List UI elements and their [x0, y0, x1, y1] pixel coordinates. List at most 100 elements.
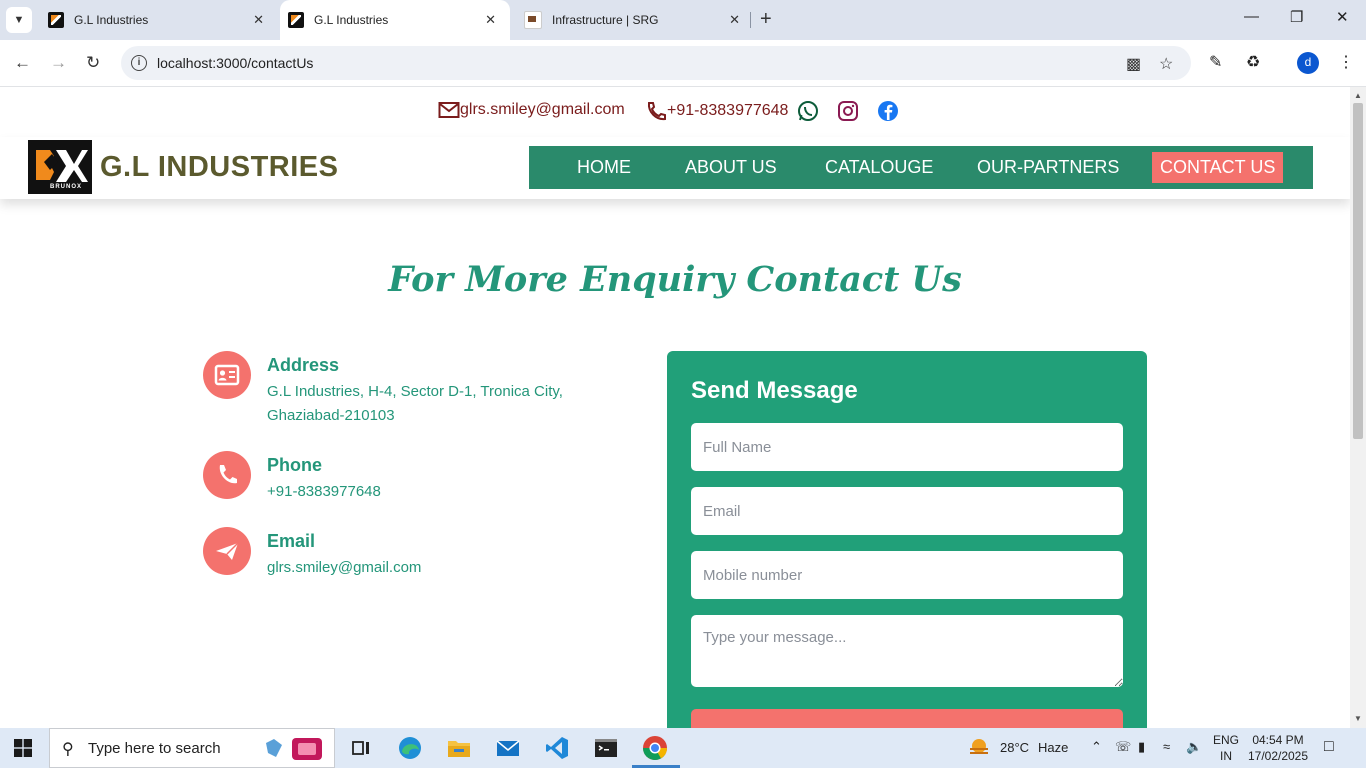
scroll-down-icon[interactable]: ▼	[1354, 714, 1362, 723]
topbar-phone[interactable]: +91-8383977648	[645, 101, 788, 121]
vscode-icon[interactable]	[543, 734, 571, 762]
site-header: BRUNOX G.L INDUSTRIES HOME ABOUT US CATA…	[0, 137, 1350, 199]
nav-contact-us[interactable]: CONTACT US	[1152, 152, 1284, 183]
main-nav: HOME ABOUT US CATALOUGE OUR-PARTNERS CON…	[529, 146, 1313, 189]
phone-icon	[647, 102, 666, 121]
message-textarea[interactable]	[691, 615, 1123, 687]
address-bar[interactable]: i localhost:3000/contactUs ▩ ☆	[121, 46, 1191, 80]
logo-caption: BRUNOX	[50, 184, 83, 190]
clock-time: 04:54 PM	[1252, 733, 1304, 747]
terminal-icon[interactable]	[592, 734, 620, 762]
brand-logo[interactable]: BRUNOX	[28, 140, 92, 194]
phone-icon	[219, 465, 237, 484]
taskbar-search-text: Type here to search	[88, 740, 221, 757]
email-icon-circle	[203, 527, 251, 575]
tab-title: G.L Industries	[314, 13, 389, 27]
taskbar-search[interactable]: ⚲ Type here to search	[49, 728, 335, 768]
contact-topbar: glrs.smiley@gmail.com +91-8383977648	[0, 87, 1350, 137]
site-info-icon[interactable]: i	[131, 55, 147, 71]
back-icon[interactable]: ←	[14, 53, 31, 73]
site-favicon-icon	[524, 11, 542, 29]
email-title: Email	[267, 531, 316, 551]
volume-icon[interactable]: 🔈	[1186, 739, 1202, 755]
tab-title: Infrastructure | SRG	[552, 13, 659, 27]
page-heading: For More Enquiry Contact Us	[388, 259, 962, 300]
search-icon: ⚲	[62, 741, 74, 758]
facebook-icon[interactable]	[877, 100, 899, 122]
chrome-icon[interactable]	[641, 734, 669, 762]
wifi-icon[interactable]: ≈	[1163, 739, 1170, 754]
reload-icon[interactable]: ↻	[86, 53, 100, 73]
region-code: IN	[1220, 749, 1232, 763]
forward-icon[interactable]: →	[50, 53, 67, 73]
clock-date: 17/02/2025	[1247, 749, 1309, 763]
instagram-icon[interactable]	[837, 100, 859, 122]
close-tab-icon[interactable]: ✕	[253, 12, 264, 28]
chrome-menu-icon[interactable]: ⋮	[1338, 52, 1354, 72]
close-tab-icon[interactable]: ✕	[729, 12, 740, 28]
tab-title: G.L Industries	[74, 13, 149, 27]
browser-tab[interactable]: G.L Industries ✕	[44, 0, 278, 40]
mail-icon	[438, 102, 460, 118]
browser-tab-strip: ▼ G.L Industries ✕ G.L Industries ✕ Infr…	[0, 0, 1366, 40]
whatsapp-icon[interactable]	[797, 100, 819, 122]
file-explorer-icon[interactable]	[445, 734, 473, 762]
scroll-up-icon[interactable]: ▲	[1354, 91, 1362, 100]
paper-plane-icon	[216, 542, 239, 560]
weather-desc: Haze	[1038, 740, 1069, 755]
address-title: Address	[267, 355, 340, 375]
search-highlight-icon	[266, 738, 322, 760]
extensions-puzzle-icon[interactable]: ♻	[1246, 52, 1260, 72]
brand-name[interactable]: G.L INDUSTRIES	[100, 151, 339, 184]
profile-avatar[interactable]: d	[1297, 52, 1319, 74]
nav-our-partners[interactable]: OUR-PARTNERS	[977, 146, 1119, 189]
browser-tab[interactable]: Infrastructure | SRG ✕	[520, 0, 754, 40]
email-value[interactable]: glrs.smiley@gmail.com	[267, 556, 597, 580]
full-name-input[interactable]	[691, 423, 1123, 471]
topbar-email-text: glrs.smiley@gmail.com	[460, 101, 625, 118]
meet-now-icon[interactable]: ☏	[1115, 739, 1131, 755]
send-message-form: Send Message	[667, 351, 1147, 728]
haze-weather-icon	[970, 739, 988, 754]
battery-icon[interactable]: ▮	[1138, 739, 1145, 755]
submit-button[interactable]	[691, 709, 1123, 728]
show-hidden-icons-icon[interactable]: ⌃	[1091, 739, 1102, 755]
mail-app-icon[interactable]	[494, 734, 522, 762]
pen-extension-icon[interactable]: ✎	[1209, 52, 1222, 72]
minimize-icon[interactable]: —	[1244, 8, 1259, 25]
task-view-icon[interactable]	[347, 734, 375, 762]
install-app-icon[interactable]: ▩	[1126, 54, 1141, 74]
language-indicator[interactable]: ENG IN	[1212, 728, 1240, 768]
topbar-phone-text: +91-8383977648	[667, 102, 789, 119]
mobile-input[interactable]	[691, 551, 1123, 599]
phone-icon-circle	[203, 451, 251, 499]
address-icon-circle	[203, 351, 251, 399]
language-code: ENG	[1212, 733, 1239, 747]
nav-home[interactable]: HOME	[577, 146, 631, 189]
new-tab-icon[interactable]: +	[760, 9, 772, 29]
weather-widget[interactable]: 28°C Haze	[968, 728, 1078, 768]
nav-catalouge[interactable]: CATALOUGE	[825, 146, 933, 189]
notification-icon[interactable]: □	[1324, 738, 1334, 756]
edge-browser-icon[interactable]	[396, 734, 424, 762]
url-text[interactable]: localhost:3000/contactUs	[157, 55, 313, 71]
clock[interactable]: 04:54 PM 17/02/2025	[1246, 728, 1310, 768]
page-scrollbar[interactable]: ▲ ▼	[1350, 87, 1366, 728]
windows-taskbar: ⚲ Type here to search 28°C Haze ⌃ ☏ ▮ ≈ …	[0, 728, 1366, 768]
browser-tab-active[interactable]: G.L Industries ✕	[280, 0, 510, 40]
tab-separator	[750, 12, 751, 28]
close-window-icon[interactable]: ✕	[1336, 8, 1349, 26]
id-card-icon	[214, 364, 240, 386]
address-value: G.L Industries, H-4, Sector D-1, Tronica…	[267, 383, 563, 424]
close-tab-icon[interactable]: ✕	[485, 12, 496, 28]
windows-start-icon[interactable]	[14, 739, 32, 757]
site-favicon-icon	[48, 12, 64, 28]
restore-icon[interactable]: ❐	[1290, 8, 1303, 26]
scroll-thumb[interactable]	[1353, 103, 1363, 439]
topbar-email[interactable]: glrs.smiley@gmail.com	[438, 101, 625, 119]
email-input[interactable]	[691, 487, 1123, 535]
bookmark-star-icon[interactable]: ☆	[1159, 54, 1173, 74]
browser-toolbar: ← → ↻ i localhost:3000/contactUs ▩ ☆ ✎ ♻…	[0, 40, 1366, 87]
tab-search-button[interactable]: ▼	[6, 7, 32, 33]
nav-about-us[interactable]: ABOUT US	[685, 146, 777, 189]
